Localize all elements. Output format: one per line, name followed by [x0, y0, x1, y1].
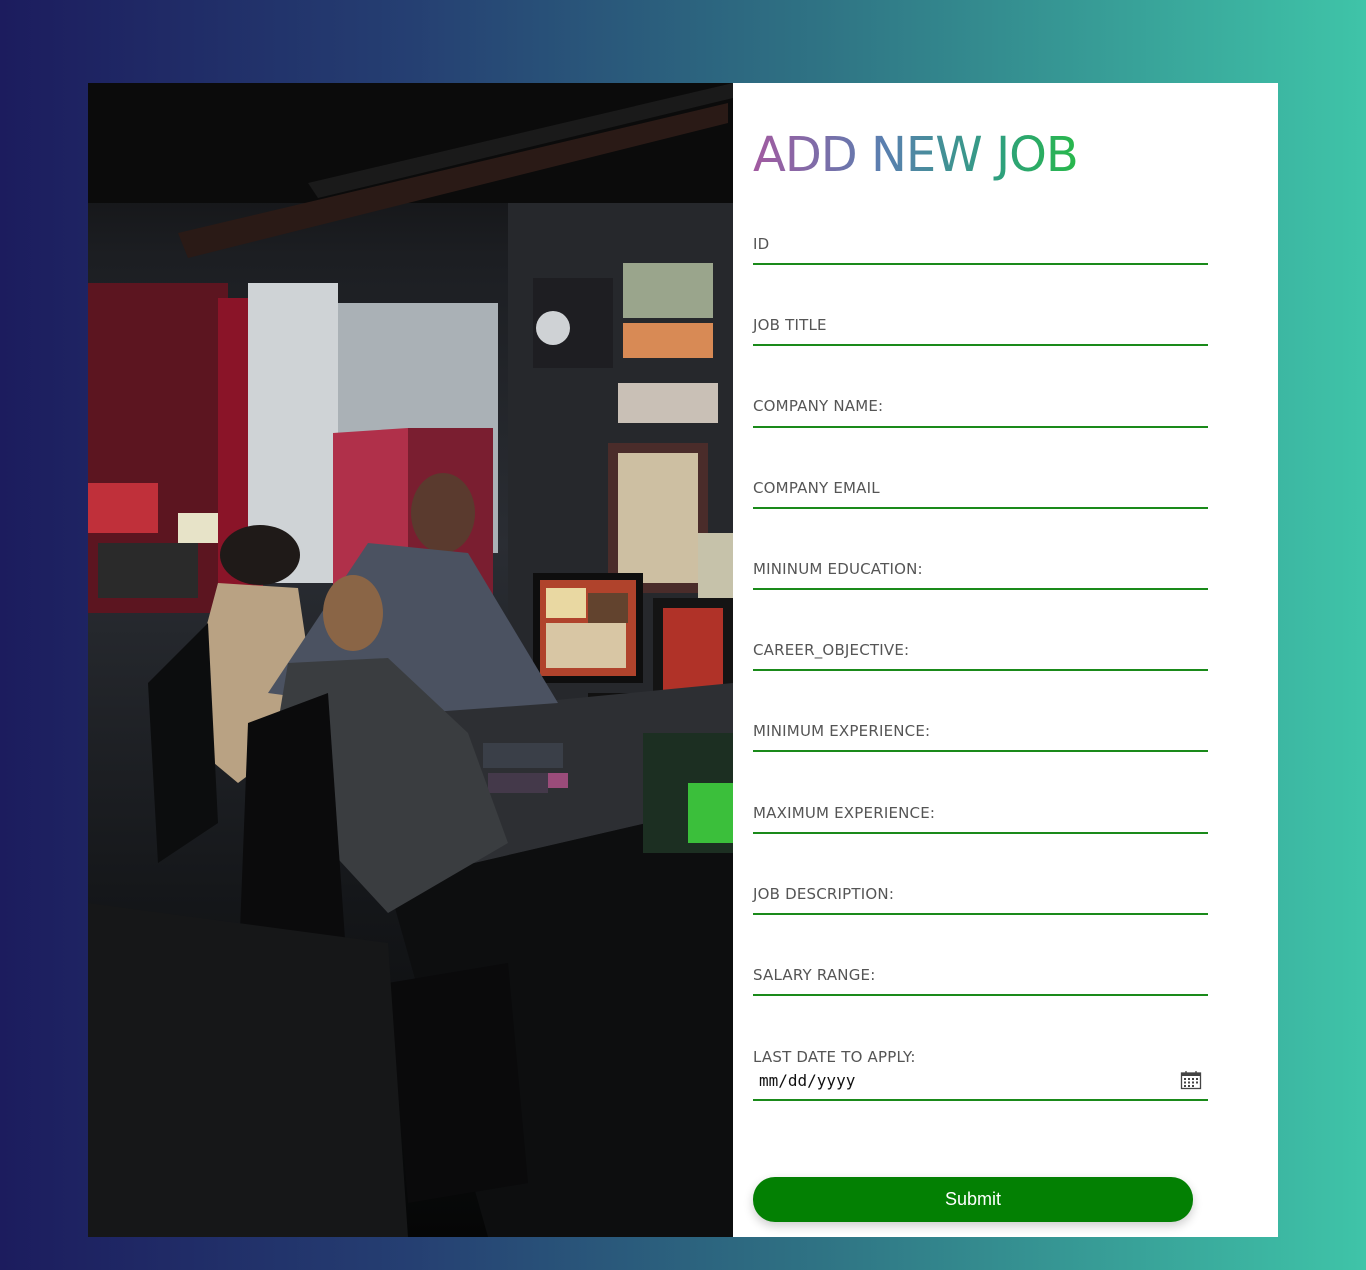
- calendar-icon[interactable]: [1180, 1070, 1202, 1090]
- career-objective-input[interactable]: [753, 641, 1208, 669]
- company-email-field[interactable]: COMPANY EMAIL: [753, 479, 1208, 509]
- job-description-field[interactable]: JOB DESCRIPTION:: [753, 885, 1208, 915]
- job-form-card: ADD NEW JOB ID JOB TITLE COMPANY NAME: C…: [88, 83, 1278, 1237]
- job-title-input[interactable]: [753, 316, 1208, 344]
- last-date-label: LAST DATE TO APPLY:: [753, 1048, 916, 1066]
- max-experience-input[interactable]: [753, 804, 1208, 832]
- id-input[interactable]: [753, 235, 1208, 263]
- date-input[interactable]: mm/dd/yyyy: [753, 1068, 1208, 1094]
- job-description-input[interactable]: [753, 885, 1208, 913]
- min-education-field[interactable]: MININUM EDUCATION:: [753, 560, 1208, 590]
- page-title: ADD NEW JOB: [753, 127, 1079, 183]
- salary-range-field[interactable]: SALARY RANGE:: [753, 966, 1208, 996]
- min-experience-input[interactable]: [753, 722, 1208, 750]
- control-room-illustration: [88, 83, 733, 1237]
- career-objective-field[interactable]: CAREER_OBJECTIVE:: [753, 641, 1208, 671]
- id-field[interactable]: ID: [753, 235, 1208, 265]
- company-name-input[interactable]: [753, 397, 1208, 426]
- job-title-field[interactable]: JOB TITLE: [753, 316, 1208, 346]
- max-experience-field[interactable]: MAXIMUM EXPERIENCE:: [753, 804, 1208, 834]
- salary-range-input[interactable]: [753, 966, 1208, 994]
- form-panel: ADD NEW JOB ID JOB TITLE COMPANY NAME: C…: [733, 83, 1278, 1237]
- control-room-photo: [88, 83, 733, 1237]
- date-placeholder: mm/dd/yyyy: [759, 1070, 856, 1090]
- min-education-input[interactable]: [753, 560, 1208, 588]
- submit-button[interactable]: Submit: [753, 1177, 1193, 1222]
- min-experience-field[interactable]: MINIMUM EXPERIENCE:: [753, 722, 1208, 752]
- company-name-field[interactable]: COMPANY NAME:: [753, 397, 1208, 428]
- company-email-input[interactable]: [753, 479, 1208, 507]
- last-date-field[interactable]: LAST DATE TO APPLY: mm/dd/yyyy: [753, 1048, 1208, 1101]
